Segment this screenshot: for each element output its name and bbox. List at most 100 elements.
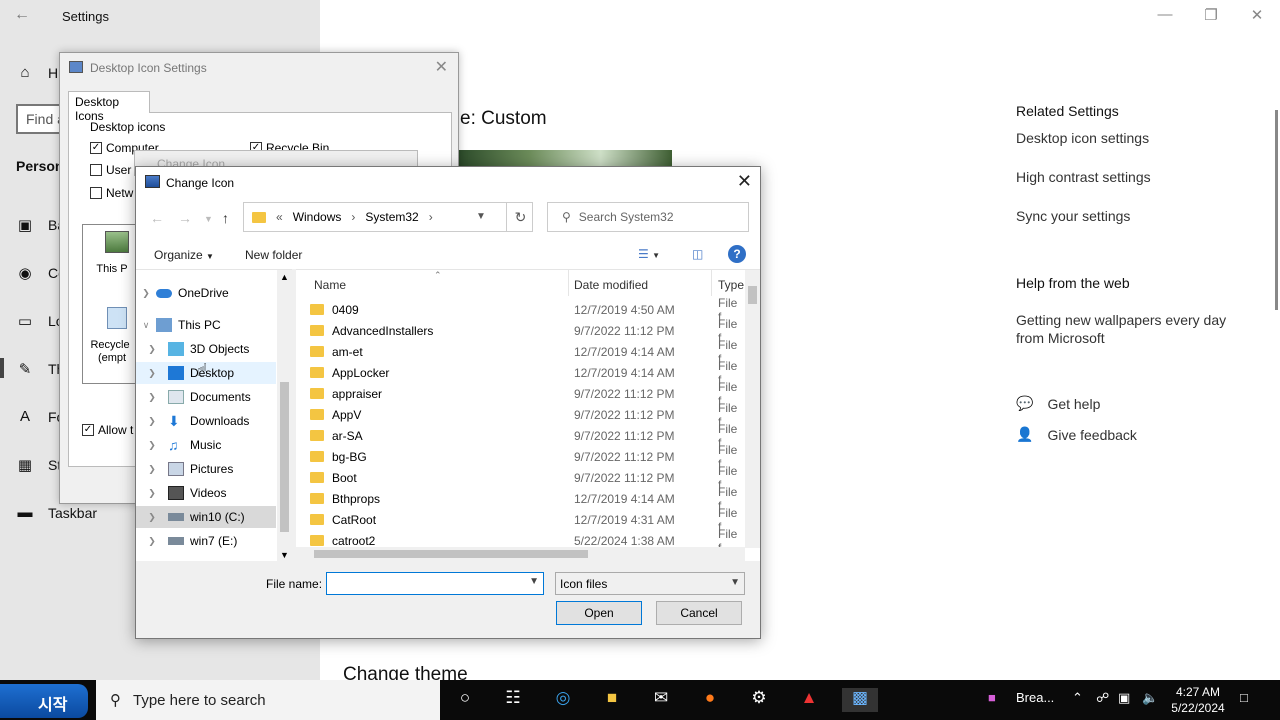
cancel-button[interactable]: Cancel xyxy=(656,601,742,625)
edge-icon[interactable]: ◎ xyxy=(550,688,576,712)
open-button[interactable]: Open xyxy=(556,601,642,625)
firefox-icon[interactable]: ● xyxy=(697,688,723,712)
file-row[interactable]: Boot 9/7/2022 11:12 PM File f xyxy=(310,464,740,492)
tree-item-pictures[interactable]: ❯ Pictures xyxy=(136,458,276,480)
column-header-date[interactable]: Date modified xyxy=(574,278,648,292)
expand-icon[interactable]: ❯ xyxy=(136,392,168,403)
tree-scrollbar[interactable]: ▲ ▼ xyxy=(277,270,292,561)
give-feedback-link[interactable]: 👤 Give feedback xyxy=(1016,426,1137,443)
column-header-type[interactable]: Type xyxy=(718,278,744,292)
restore-icon[interactable]: ❐ xyxy=(1196,6,1226,24)
file-row[interactable]: AdvancedInstallers 9/7/2022 11:12 PM File … xyxy=(310,317,740,345)
file-row[interactable]: AppLocker 12/7/2019 4:14 AM File f xyxy=(310,359,740,387)
tree-item-videos[interactable]: ❯ Videos xyxy=(136,482,276,504)
search-input[interactable]: ⚲ Search System32 xyxy=(547,202,749,232)
tree-item-documents[interactable]: ❯ Documents xyxy=(136,386,276,408)
nav-fonts[interactable]: A Fo xyxy=(16,408,64,425)
chevron-up-icon[interactable]: ⌃ xyxy=(1072,690,1083,706)
tree-item-downloads[interactable]: ❯ ⬇ Downloads xyxy=(136,410,276,432)
high-contrast-link[interactable]: High contrast settings xyxy=(1016,169,1151,185)
expand-icon[interactable]: ❯ xyxy=(136,416,168,427)
address-bar[interactable]: « Windows › System32 › xyxy=(243,202,533,232)
file-row[interactable]: am-et 12/7/2019 4:14 AM File f xyxy=(310,338,740,366)
refresh-icon[interactable]: ↻ xyxy=(506,202,534,232)
file-row[interactable]: ar-SA 9/7/2022 11:12 PM File f xyxy=(310,422,740,450)
file-row[interactable]: CatRoot 12/7/2019 4:31 AM File f xyxy=(310,506,740,534)
nav-taskbar[interactable]: ▬ Taskbar xyxy=(16,504,98,521)
task-view-icon[interactable]: ☷ xyxy=(500,688,526,712)
checkbox-user[interactable]: User xyxy=(90,163,131,177)
minimize-icon[interactable]: — xyxy=(1150,6,1180,23)
breadcrumb-system32[interactable]: System32 xyxy=(365,210,418,224)
file-row[interactable]: bg-BG 9/7/2022 11:12 PM File f xyxy=(310,443,740,471)
help-icon[interactable]: ? xyxy=(728,245,746,263)
control-panel-icon[interactable]: ▩ xyxy=(842,688,878,712)
cortana-icon[interactable]: ○ xyxy=(452,688,478,712)
tree-item-win10-c[interactable]: ❯ win10 (C:) xyxy=(136,506,276,528)
nav-lock-screen[interactable]: ▭ Lo xyxy=(16,312,64,330)
scroll-up-icon[interactable]: ▲ xyxy=(280,272,289,282)
volume-icon[interactable]: 🔈 xyxy=(1142,690,1158,706)
column-header-name[interactable]: Name xyxy=(314,278,346,292)
back-arrow-icon[interactable]: ← xyxy=(14,6,30,24)
tab-desktop-icons[interactable]: Desktop Icons xyxy=(68,91,150,123)
tree-item-this-pc[interactable]: ∨ This PC xyxy=(136,314,276,336)
expand-icon[interactable]: ❯ xyxy=(136,464,168,475)
list-horizontal-scrollbar[interactable] xyxy=(296,547,745,561)
tree-item-win7-e[interactable]: ❯ win7 (E:) xyxy=(136,530,276,552)
file-type-select[interactable]: Icon files ▼ xyxy=(555,572,745,595)
expand-icon[interactable]: ❯ xyxy=(136,288,156,299)
recent-locations-icon[interactable]: ▼ xyxy=(204,214,213,224)
view-options-icon[interactable]: ☰ ▼ xyxy=(638,247,660,261)
preview-pane-icon[interactable]: ◫ xyxy=(692,247,703,261)
expand-icon[interactable]: ❯ xyxy=(136,536,168,547)
new-folder-button[interactable]: New folder xyxy=(245,248,302,262)
chevron-down-icon[interactable]: ▼ xyxy=(529,576,539,587)
get-help-link[interactable]: 💬 Get help xyxy=(1016,395,1100,412)
nav-themes[interactable]: ✎ Th xyxy=(16,360,65,378)
file-row[interactable]: AppV 9/7/2022 11:12 PM File f xyxy=(310,401,740,429)
collapse-icon[interactable]: ∨ xyxy=(136,320,156,331)
scroll-down-icon[interactable]: ▼ xyxy=(280,550,289,560)
file-name-input[interactable]: ▼ xyxy=(326,572,544,595)
expand-icon[interactable]: ❯ xyxy=(136,344,168,355)
settings-scrollbar[interactable] xyxy=(1275,110,1278,310)
expand-icon[interactable]: ❯ xyxy=(136,512,168,523)
expand-icon[interactable]: ❯ xyxy=(136,440,168,451)
organize-button[interactable]: Organize ▼ xyxy=(154,248,214,262)
back-icon[interactable]: ← xyxy=(150,210,164,226)
taskbar-search-input[interactable]: ⚲ Type here to search xyxy=(96,680,440,720)
settings-gear-icon[interactable]: ⚙ xyxy=(746,688,772,712)
close-icon[interactable]: ✕ xyxy=(1242,6,1272,24)
app-icon[interactable]: ▲ xyxy=(796,688,822,712)
wallpapers-link[interactable]: Getting new wallpapers every day from Mi… xyxy=(1016,311,1236,347)
notifications-icon[interactable]: □ xyxy=(1240,690,1248,705)
nav-start[interactable]: ▦ St xyxy=(16,456,61,474)
up-icon[interactable]: ↑ xyxy=(222,210,229,226)
tree-item-3d-objects[interactable]: ❯ 3D Objects xyxy=(136,338,276,360)
start-button[interactable]: 시작 xyxy=(0,684,88,718)
file-explorer-icon[interactable]: ■ xyxy=(599,688,625,712)
checkbox-allow-themes[interactable]: ✓ Allow t xyxy=(82,423,133,437)
running-app-label[interactable]: Brea... xyxy=(1016,690,1054,705)
sync-settings-link[interactable]: Sync your settings xyxy=(1016,208,1130,224)
list-vertical-scrollbar[interactable] xyxy=(745,270,760,548)
clock[interactable]: 4:27 AM 5/22/2024 xyxy=(1170,684,1226,716)
file-row[interactable]: appraiser 9/7/2022 11:12 PM File f xyxy=(310,380,740,408)
nav-home[interactable]: ⌂ H xyxy=(16,64,58,81)
file-row[interactable]: 0409 12/7/2019 4:50 AM File f xyxy=(310,296,740,324)
forward-icon[interactable]: → xyxy=(178,210,192,226)
tree-item-onedrive[interactable]: ❯ OneDrive xyxy=(136,282,276,304)
desktop-icon-settings-link[interactable]: Desktop icon settings xyxy=(1016,130,1149,146)
expand-icon[interactable]: ❯ xyxy=(136,368,168,379)
expand-icon[interactable]: ❯ xyxy=(136,488,168,499)
network-icon[interactable]: ☍ xyxy=(1096,690,1109,706)
chevron-down-icon[interactable]: ▼ xyxy=(476,211,486,222)
close-icon[interactable]: ✕ xyxy=(737,171,752,192)
breadcrumb-windows[interactable]: Windows xyxy=(293,210,342,224)
nav-background[interactable]: ▣ Ba xyxy=(16,216,65,234)
close-icon[interactable]: ✕ xyxy=(435,57,448,77)
ethernet-icon[interactable]: ▣ xyxy=(1118,690,1130,706)
icon-preview-list[interactable]: This P Recycle (empt xyxy=(82,224,142,384)
mail-icon[interactable]: ✉ xyxy=(648,688,674,712)
